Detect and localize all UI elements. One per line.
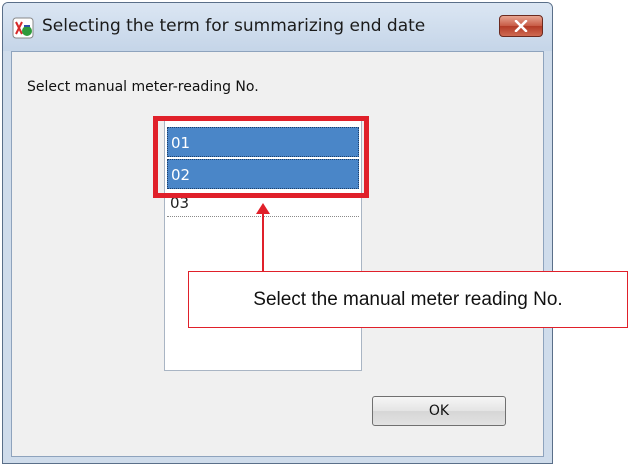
close-button[interactable] [499, 15, 543, 37]
prompt-label: Select manual meter-reading No. [27, 79, 259, 95]
title-bar[interactable]: Selecting the term for summarizing end d… [3, 3, 552, 51]
window-title: Selecting the term for summarizing end d… [42, 16, 426, 36]
annotation-arrow-head-icon [256, 203, 270, 214]
annotation-arrow-line [262, 212, 264, 272]
annotation-highlight-box [153, 116, 369, 198]
annotation-callout: Select the manual meter reading No. [188, 271, 628, 328]
app-icon [12, 17, 34, 39]
close-icon [514, 20, 528, 32]
ok-button[interactable]: OK [372, 396, 506, 426]
